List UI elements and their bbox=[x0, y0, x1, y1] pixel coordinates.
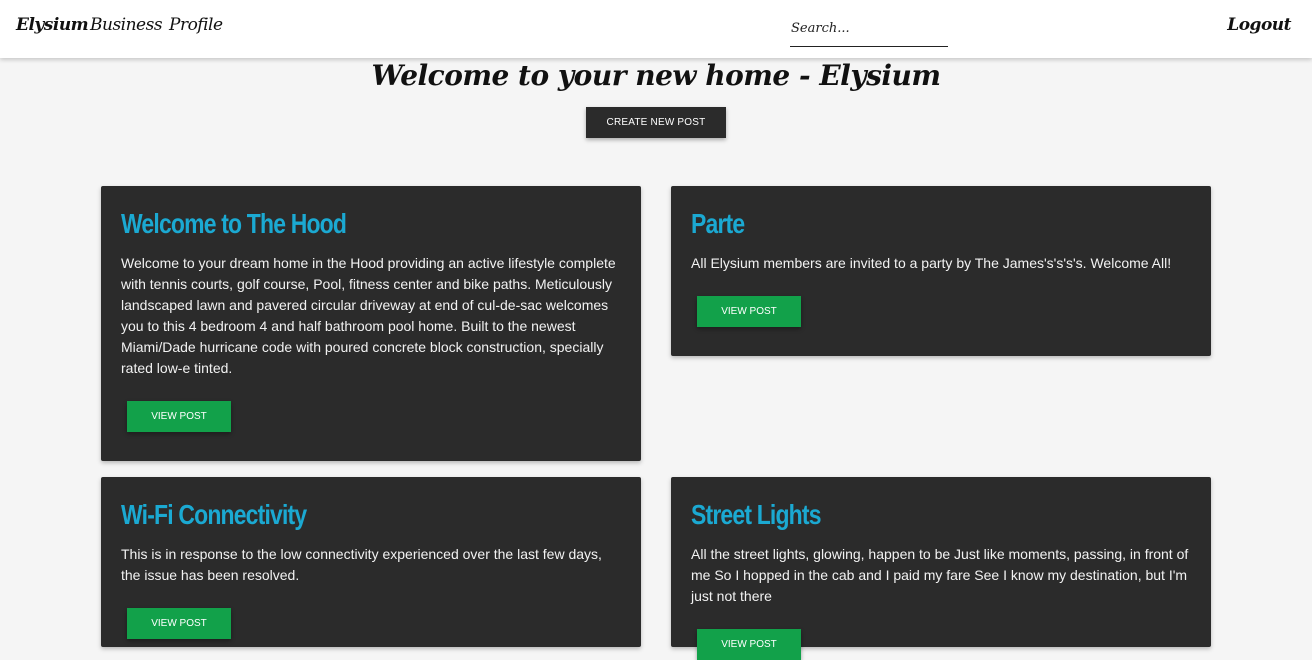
top-navbar: Elysium Business Profile Logout bbox=[0, 0, 1312, 58]
post-card: Wi-Fi Connectivity This is in response t… bbox=[101, 477, 641, 647]
nav-link-profile[interactable]: Profile bbox=[169, 15, 223, 35]
post-title: Parte bbox=[691, 208, 745, 239]
page-title: Welcome to your new home - Elysium bbox=[371, 59, 941, 92]
post-card: Street Lights All the street lights, glo… bbox=[671, 477, 1211, 660]
search-input[interactable] bbox=[790, 12, 948, 45]
post-card: Welcome to The Hood Welcome to your drea… bbox=[101, 186, 641, 461]
search-field bbox=[790, 12, 948, 47]
post-card: Parte All Elysium members are invited to… bbox=[671, 186, 1211, 356]
brand-link[interactable]: Elysium bbox=[16, 15, 89, 35]
post-title: Welcome to The Hood bbox=[121, 208, 347, 239]
create-new-post-button[interactable]: CREATE NEW POST bbox=[586, 107, 726, 138]
logout-link[interactable]: Logout bbox=[1227, 15, 1291, 35]
post-body: All Elysium members are invited to a par… bbox=[691, 255, 1172, 271]
nav-link-business[interactable]: Business bbox=[90, 15, 163, 35]
view-post-button[interactable]: VIEW POST bbox=[127, 608, 231, 639]
post-body: All the street lights, glowing, happen t… bbox=[691, 546, 1189, 604]
post-title: Wi-Fi Connectivity bbox=[121, 499, 307, 530]
post-body: This is in response to the low connectiv… bbox=[121, 546, 602, 583]
post-title: Street Lights bbox=[691, 499, 821, 530]
view-post-button[interactable]: VIEW POST bbox=[697, 629, 801, 660]
post-body: Welcome to your dream home in the Hood p… bbox=[121, 255, 616, 376]
view-post-button[interactable]: VIEW POST bbox=[697, 296, 801, 327]
view-post-button[interactable]: VIEW POST bbox=[127, 401, 231, 432]
